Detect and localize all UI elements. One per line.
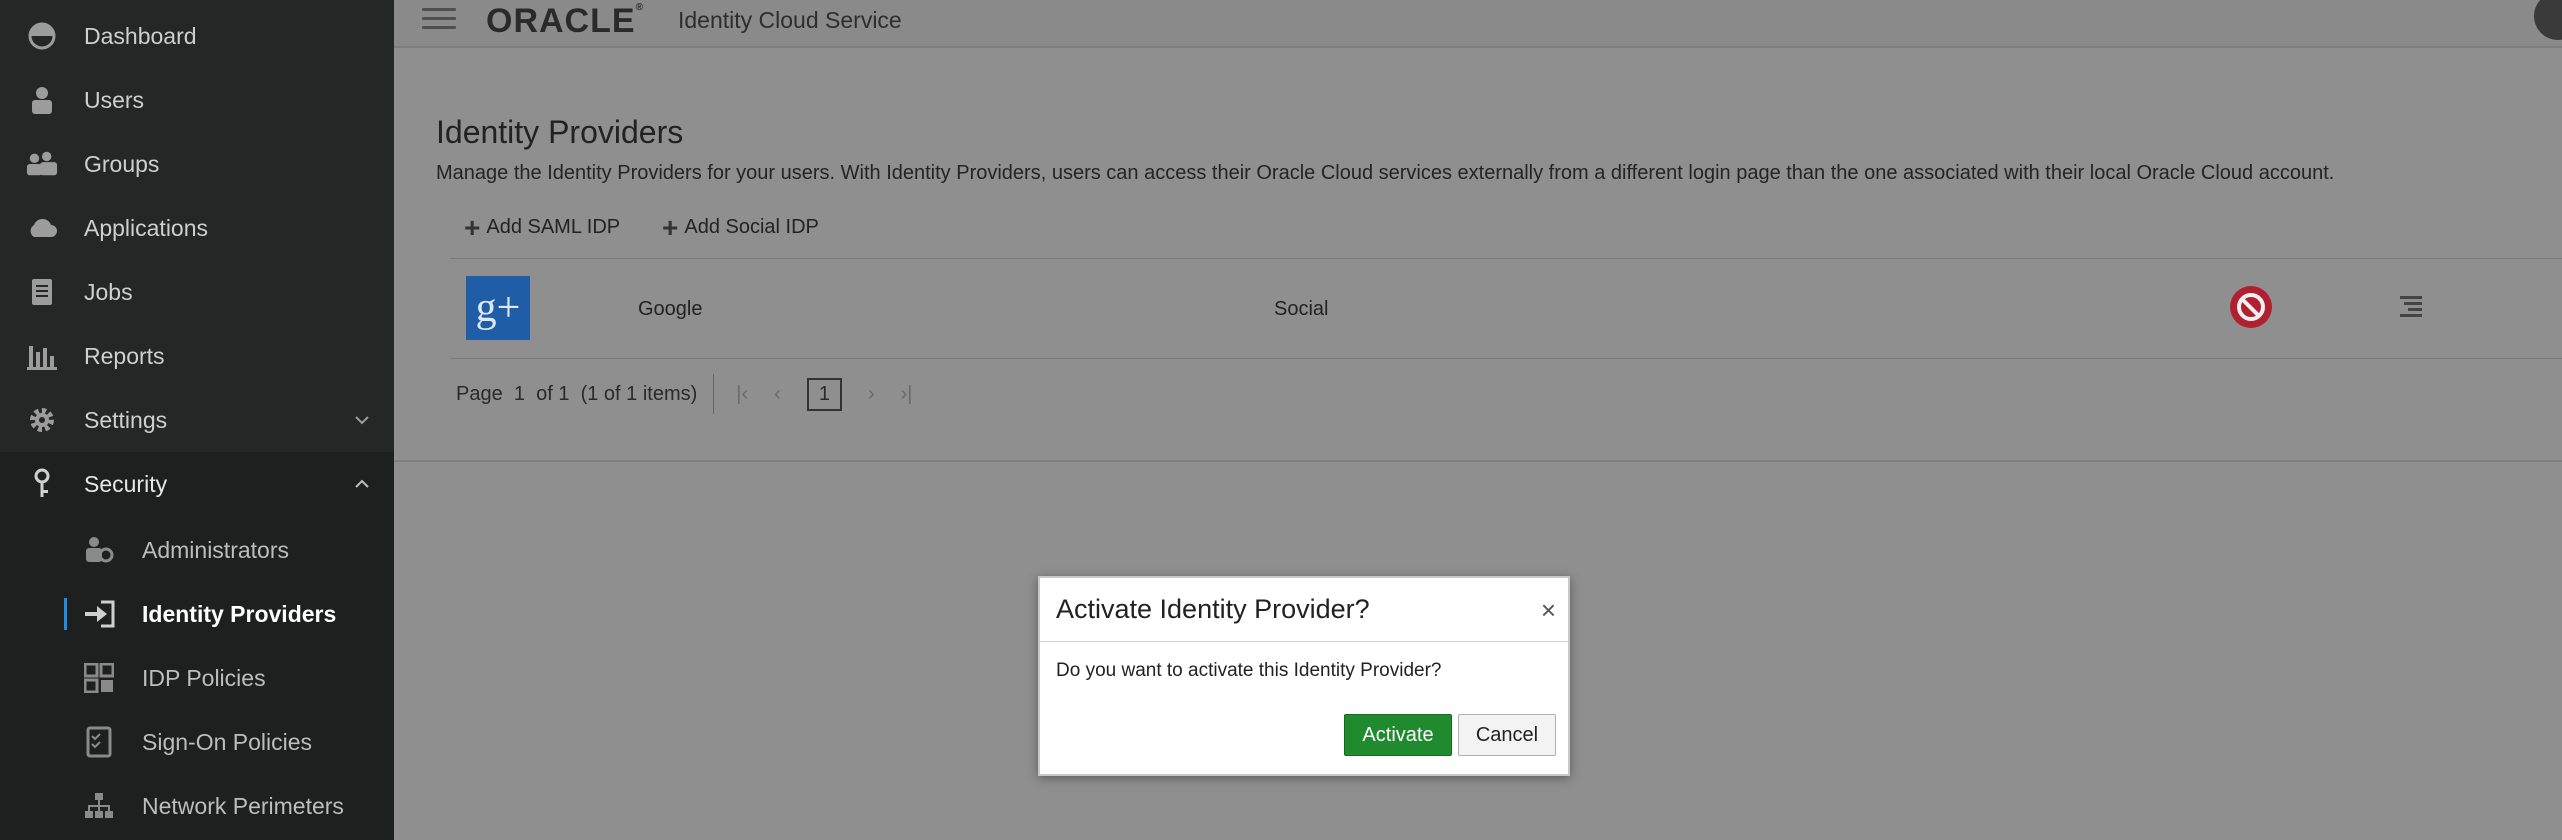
sidebar-item-idp-policies[interactable]: IDP Policies (0, 648, 394, 708)
sidebar-item-label: Settings (84, 406, 168, 433)
sidebar-item-users[interactable]: Users (0, 70, 394, 130)
admin-icon (82, 534, 116, 566)
sidebar-item-administrators[interactable]: Administrators (0, 520, 394, 580)
sidebar-item-jobs[interactable]: Jobs (0, 262, 394, 322)
sidebar-item-groups[interactable]: Groups (0, 134, 394, 194)
sidebar-item-identity-providers[interactable]: Identity Providers (0, 584, 394, 644)
google-plus-logo: g+ (466, 276, 530, 340)
sidebar-item-network-perimeters[interactable]: Network Perimeters (0, 776, 394, 836)
page-description: Manage the Identity Providers for your u… (436, 162, 2335, 184)
activate-button[interactable]: Activate (1344, 714, 1452, 756)
idp-name[interactable]: Google (638, 298, 703, 321)
add-social-idp-button[interactable]: + Add Social IDP (662, 211, 819, 243)
chevron-down-icon[interactable] (352, 410, 372, 430)
sidebar-item-label: Groups (84, 150, 160, 177)
first-page-icon[interactable]: |‹ (736, 383, 748, 406)
divider (450, 358, 2562, 359)
sidebar-item-dashboard[interactable]: Dashboard (0, 6, 394, 66)
sidebar-item-label: IDP Policies (142, 664, 266, 691)
groups-icon (26, 148, 58, 180)
top-bar: ORACLE® Identity Cloud Service (394, 0, 2562, 48)
oracle-logo: ORACLE® (486, 2, 644, 40)
cancel-button[interactable]: Cancel (1458, 714, 1556, 756)
network-icon (82, 790, 116, 822)
previous-page-icon[interactable]: ‹ (774, 383, 781, 406)
activate-idp-dialog: Activate Identity Provider? × Do you wan… (1038, 576, 1570, 776)
last-page-icon[interactable]: ›| (901, 383, 913, 406)
sidebar-item-label: Security (84, 470, 168, 497)
sidebar-item-reports[interactable]: Reports (0, 326, 394, 386)
sidebar-item-security[interactable]: Security (0, 454, 394, 514)
idp-policy-icon (82, 662, 116, 694)
sidebar-item-applications[interactable]: Applications (0, 198, 394, 258)
pagination: Page 1 of 1 (1 of 1 items) |‹ ‹ 1 › ›| (456, 374, 938, 414)
sign-in-icon (82, 598, 116, 630)
dialog-title: Activate Identity Provider? (1056, 594, 1370, 624)
sidebar-item-label: Jobs (84, 278, 133, 305)
checklist-icon (82, 726, 116, 758)
sidebar-item-label: Identity Providers (142, 600, 337, 627)
key-icon (26, 468, 58, 500)
divider (450, 258, 2562, 259)
plus-icon: + (464, 211, 481, 243)
idp-type: Social (1274, 298, 1329, 320)
plus-icon: + (662, 211, 679, 243)
sidebar-item-label: Sign-On Policies (142, 728, 313, 755)
user-icon (26, 84, 58, 116)
add-saml-idp-button[interactable]: + Add SAML IDP (464, 211, 620, 243)
dialog-message: Do you want to activate this Identity Pr… (1056, 660, 1442, 681)
sidebar-item-label: Network Perimeters (142, 792, 344, 819)
sidebar-item-label: Reports (84, 342, 165, 369)
deactivated-status-icon[interactable] (2230, 286, 2272, 328)
dashboard-icon (26, 20, 58, 52)
sidebar-item-label: Administrators (142, 536, 289, 563)
sidebar: Dashboard Users Groups Applications Jobs… (0, 0, 394, 840)
active-indicator (64, 598, 67, 630)
sidebar-item-label: Applications (84, 214, 209, 241)
gear-icon (26, 404, 58, 436)
sidebar-item-settings[interactable]: Settings (0, 390, 394, 450)
cloud-icon (26, 212, 58, 244)
jobs-icon (26, 276, 58, 308)
divider (713, 374, 715, 414)
sidebar-item-label: Dashboard (84, 22, 197, 49)
product-name: Identity Cloud Service (678, 7, 902, 33)
identity-providers-panel: Identity Providers Manage the Identity P… (394, 62, 2562, 462)
avatar[interactable] (2534, 0, 2562, 40)
item-count: (1 of 1 items) (580, 382, 698, 405)
row-actions-menu-icon[interactable] (2398, 296, 2422, 320)
bar-chart-icon (26, 340, 58, 372)
hamburger-menu-icon[interactable] (422, 8, 456, 32)
page-button-1[interactable]: 1 (806, 377, 842, 411)
page-number: 1 (513, 382, 525, 405)
sidebar-item-label: Users (84, 86, 145, 113)
dialog-header: Activate Identity Provider? × (1040, 578, 1568, 642)
chevron-up-icon[interactable] (352, 474, 372, 494)
page-title: Identity Providers (436, 114, 684, 150)
close-icon[interactable]: × (1541, 597, 1556, 623)
next-page-icon[interactable]: › (868, 383, 875, 406)
sidebar-item-sign-on-policies[interactable]: Sign-On Policies (0, 712, 394, 772)
